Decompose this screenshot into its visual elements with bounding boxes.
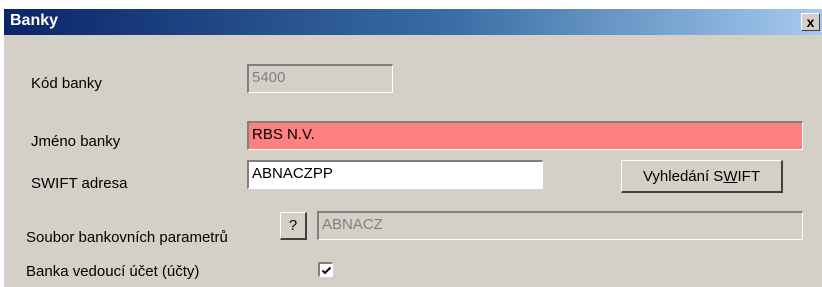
close-icon: x [806, 14, 815, 30]
account-bank-label: Banka vedoucí účet (účty) [26, 263, 200, 280]
bank-params-file-label: Soubor bankovních parametrů [26, 229, 228, 246]
title-bar[interactable]: Banky x [4, 9, 822, 35]
bank-params-help-button[interactable]: ? [280, 212, 307, 240]
bank-code-value: 5400 [252, 69, 286, 86]
bank-params-file-value: ABNACZ [322, 216, 383, 233]
bank-params-file-field: ABNACZ [317, 211, 803, 240]
help-icon: ? [288, 217, 298, 234]
swift-address-value: ABNACZPP [252, 165, 333, 182]
bank-name-field[interactable]: RBS N.V. [247, 121, 803, 150]
bank-code-field: 5400 [247, 64, 393, 93]
bank-name-value: RBS N.V. [252, 126, 315, 143]
bank-code-label: Kód banky [31, 75, 102, 92]
account-bank-checkbox[interactable] [318, 262, 333, 277]
checkmark-icon [321, 266, 331, 274]
swift-address-label: SWIFT adresa [31, 175, 128, 192]
swift-lookup-button[interactable]: Vyhledání SWIFT [621, 160, 783, 193]
banky-dialog: Banky x Kód banky 5400 Jméno banky RBS N… [4, 9, 822, 287]
window-title: Banky [10, 12, 59, 29]
swift-lookup-label: Vyhledání SWIFT [642, 167, 760, 185]
close-button[interactable]: x [801, 13, 820, 31]
swift-address-field[interactable]: ABNACZPP [247, 160, 543, 189]
bank-name-label: Jméno banky [31, 133, 121, 150]
